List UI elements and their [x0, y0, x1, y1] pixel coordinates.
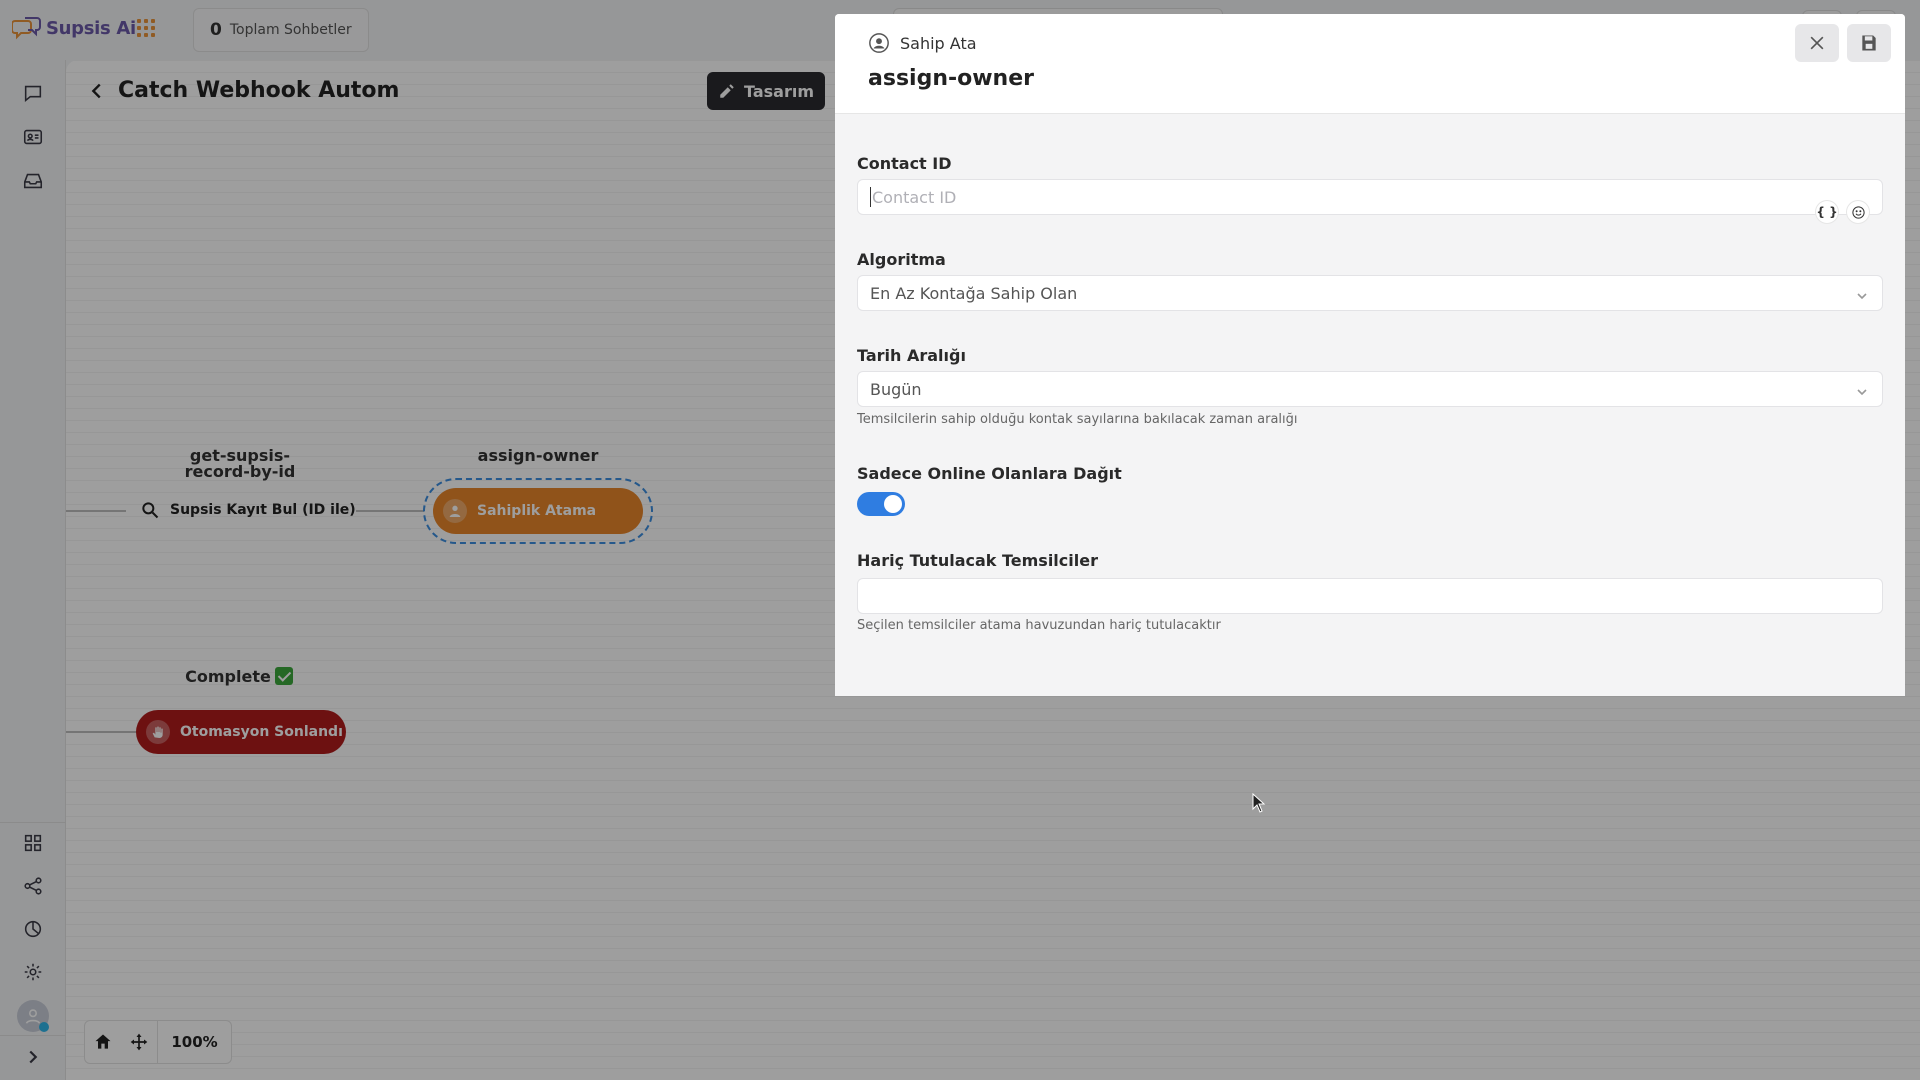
user-circle-icon	[868, 32, 890, 54]
online-only-toggle[interactable]	[857, 492, 905, 516]
algorithm-select[interactable]: En Az Kontağa Sahip Olan	[857, 275, 1883, 311]
date-range-help: Temsilcilerin sahip olduğu kontak sayıla…	[857, 412, 1298, 427]
save-icon	[1862, 35, 1876, 51]
mouse-cursor-icon	[1252, 793, 1266, 813]
date-range-select[interactable]: Bugün	[857, 371, 1883, 407]
save-button[interactable]	[1847, 24, 1891, 62]
drawer-header: Sahip Ata assign-owner	[835, 14, 1905, 114]
close-button[interactable]	[1795, 24, 1839, 62]
variable-braces-icon[interactable]: { }	[1816, 201, 1838, 223]
emoji-icon[interactable]	[1847, 201, 1869, 223]
node-settings-drawer: Sahip Ata assign-owner Contact ID Contac…	[835, 14, 1905, 696]
close-icon	[1810, 36, 1824, 50]
contact-id-label: Contact ID	[857, 154, 952, 173]
date-range-label: Tarih Aralığı	[857, 346, 966, 365]
contact-id-placeholder: Contact ID	[872, 187, 957, 207]
excluded-agents-help: Seçilen temsilciler atama havuzundan har…	[857, 618, 1221, 633]
chevron-down-icon	[1856, 287, 1868, 300]
algorithm-value: En Az Kontağa Sahip Olan	[870, 283, 1078, 303]
excluded-agents-input[interactable]	[857, 578, 1883, 614]
contact-id-input[interactable]: Contact ID	[857, 179, 1883, 215]
date-range-value: Bugün	[870, 379, 922, 399]
online-only-label: Sadece Online Olanlara Dağıt	[857, 464, 1122, 483]
drawer-subtitle: Sahip Ata	[900, 34, 977, 53]
excluded-agents-label: Hariç Tutulacak Temsilciler	[857, 551, 1098, 570]
text-caret	[870, 187, 871, 207]
algorithm-label: Algoritma	[857, 250, 946, 269]
chevron-down-icon	[1856, 383, 1868, 396]
drawer-title: assign-owner	[868, 66, 1034, 91]
